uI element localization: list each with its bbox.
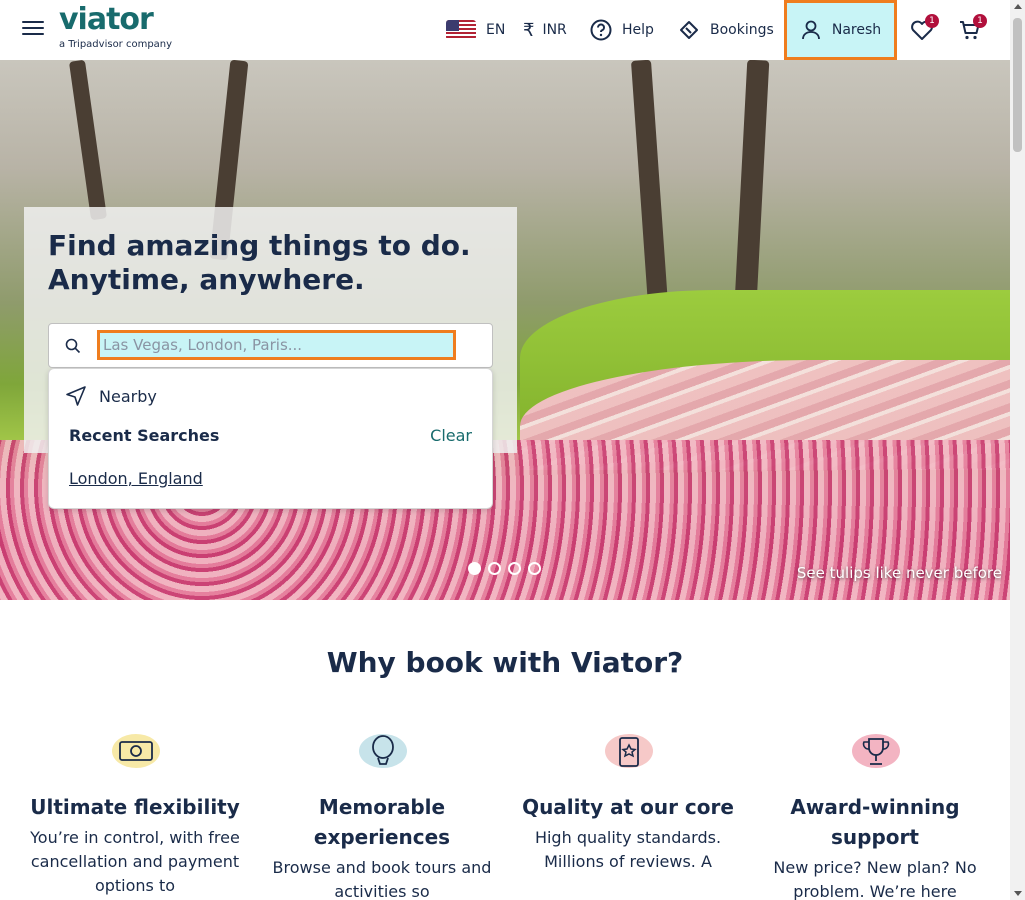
nearby-label: Nearby: [99, 386, 157, 406]
user-name: Naresh: [831, 22, 882, 38]
scroll-up-icon[interactable]: [1014, 4, 1022, 9]
wishlist-count-badge: 1: [925, 14, 939, 28]
viator-logo[interactable]: viator a Tripadvisor company: [59, 2, 173, 51]
feature-description: Browse and book tours and activities so: [272, 858, 492, 900]
help-link[interactable]: Help: [590, 0, 654, 60]
cart-button[interactable]: 1: [958, 0, 987, 60]
feature-title: Award-winning support: [790, 795, 960, 849]
language-selector[interactable]: EN: [446, 0, 505, 60]
why-book-title: Why book with Viator?: [326, 646, 684, 679]
rupee-icon: ₹: [523, 19, 535, 41]
feature-description: High quality standards. Millions of revi…: [534, 828, 722, 871]
hero-caption[interactable]: See tulips like never before: [797, 564, 1002, 582]
user-icon: [800, 19, 822, 41]
badge-icon: [603, 730, 653, 770]
scroll-thumb[interactable]: [1013, 18, 1022, 152]
search-icon: [65, 338, 81, 358]
page-scrollbar[interactable]: [1010, 0, 1025, 900]
feature-experiences: Memorable experiences Browse and book to…: [272, 730, 492, 900]
scroll-down-icon[interactable]: [1014, 891, 1022, 896]
currency-label: INR: [542, 22, 567, 38]
site-header: viator a Tripadvisor company EN ₹ INR He…: [0, 0, 1010, 60]
currency-selector[interactable]: ₹ INR: [523, 0, 567, 60]
trophy-icon: [850, 730, 900, 770]
help-label: Help: [622, 22, 654, 38]
bookings-label: Bookings: [710, 22, 774, 38]
logo-wordmark: viator: [59, 2, 154, 37]
carousel-dot-1[interactable]: [468, 562, 481, 575]
search-dropdown: Nearby Recent Searches Clear London, Eng…: [48, 368, 493, 509]
clear-recent-button[interactable]: Clear: [430, 426, 472, 445]
navigation-arrow-icon: [65, 385, 87, 407]
tree-trunk: [68, 60, 108, 221]
balloon-icon: [357, 730, 407, 770]
bookings-link[interactable]: Bookings: [678, 0, 774, 60]
search-box[interactable]: [48, 323, 493, 368]
feature-flexibility: Ultimate flexibility You’re in control, …: [25, 730, 245, 898]
user-account-button[interactable]: Naresh: [784, 0, 897, 60]
carousel-dot-2[interactable]: [488, 562, 501, 575]
ticket-icon: [678, 19, 700, 41]
language-label: EN: [486, 22, 506, 38]
tree-trunk: [630, 60, 670, 321]
feature-title: Ultimate flexibility: [30, 795, 240, 819]
carousel-dot-4[interactable]: [528, 562, 541, 575]
money-icon: [110, 730, 160, 770]
feature-title: Quality at our core: [522, 795, 734, 819]
carousel-dot-3[interactable]: [508, 562, 521, 575]
cart-count-badge: 1: [973, 14, 987, 28]
hero-headline: Find amazing things to do. Anytime, anyw…: [48, 229, 471, 296]
recent-search-item[interactable]: London, England: [69, 469, 203, 488]
wishlist-button[interactable]: 1: [910, 0, 939, 60]
feature-support: Award-winning support New price? New pla…: [765, 730, 985, 900]
us-flag-icon: [446, 20, 476, 40]
nearby-option[interactable]: Nearby: [65, 385, 157, 407]
recent-searches-title: Recent Searches: [69, 426, 220, 445]
help-icon: [590, 19, 612, 41]
feature-description: New price? New plan? No problem. We’re h…: [773, 858, 977, 900]
feature-quality: Quality at our core High quality standar…: [518, 730, 738, 874]
feature-description: You’re in control, with free cancellatio…: [30, 828, 240, 895]
logo-subtitle: a Tripadvisor company: [59, 39, 173, 50]
search-input[interactable]: [97, 330, 456, 360]
menu-icon[interactable]: [22, 21, 44, 39]
carousel-dots: [468, 562, 548, 575]
feature-title: Memorable experiences: [313, 795, 451, 849]
